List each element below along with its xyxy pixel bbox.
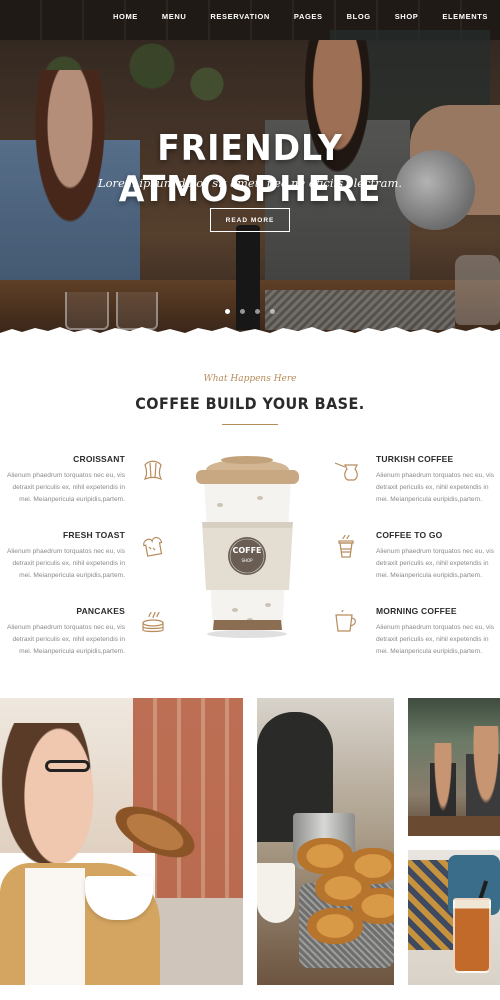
turkish-coffee-pot-icon [333,457,359,483]
feature-title: CROISSANT [73,454,125,464]
read-more-button[interactable]: READ MORE [210,208,290,232]
feature-text: Alienum phaedrum torquatos nec eu, vis d… [6,624,125,655]
nav-item-elements[interactable]: ELEMENTS [430,12,494,21]
slider-dots [0,309,500,314]
slider-dot[interactable] [225,309,230,314]
nav-item-blog[interactable]: BLOG [335,12,383,21]
feature-text: Alienum phaedrum torquatos nec eu, vis d… [376,472,495,503]
hero-subtitle: Lorem ipsum dolor sit amet, nec ne ofici… [97,176,403,190]
slider-dot[interactable] [270,309,275,314]
feature-title: FRESH TOAST [62,530,125,540]
torn-paper-edge [0,327,500,335]
title-divider [222,424,278,425]
feature-fresh-toast: FRESH TOAST Alienum phaedrum torquatos n… [0,530,125,582]
feature-croissant: CROISSANT Alienum phaedrum torquatos nec… [0,454,125,506]
feature-title: MORNING COFFEE [376,606,457,616]
nav-item-home[interactable]: HOME [101,12,150,21]
hero-title: FRIENDLY ATMOSPHERE [118,128,382,210]
pancakes-icon [140,609,166,635]
feature-morning-coffee: MORNING COFFEE Alienum phaedrum torquato… [376,606,500,658]
feature-coffee-to-go: COFFEE TO GO Alienum phaedrum torquatos … [376,530,500,582]
feature-text: Alienum phaedrum torquatos nec eu, vis d… [376,548,495,579]
coffee-cup-image: COFFE SHOP [190,450,305,640]
gallery-image-baristas[interactable] [408,698,500,836]
nav-item-pages[interactable]: PAGES [282,12,335,21]
section-title: COFFEE BUILD YOUR BASE. [135,394,365,413]
feature-title: COFFEE TO GO [376,530,443,540]
slider-dot[interactable] [240,309,245,314]
cup-label: COFFE SHOP [230,546,264,565]
gallery-image-iced-coffee[interactable] [408,850,500,985]
slider-dot[interactable] [255,309,260,314]
gallery-image-croissant-basket[interactable] [257,698,394,985]
gallery-image-woman-croissant[interactable] [0,698,243,985]
croissant-icon [140,457,166,483]
nav-item-menu[interactable]: MENU [150,12,198,21]
hero-slider: HOME MENU RESERVATION PAGES BLOG SHOP EL… [0,0,500,335]
feature-turkish-coffee: TURKISH COFFEE Alienum phaedrum torquato… [376,454,500,506]
coffee-mug-icon [333,609,359,635]
feature-pancakes: PANCAKES Alienum phaedrum torquatos nec … [0,606,125,658]
feature-text: Alienum phaedrum torquatos nec eu, vis d… [376,624,495,655]
feature-title: TURKISH COFFEE [376,454,454,464]
feature-title: PANCAKES [76,606,125,616]
cup-label-main: COFFE [232,546,262,555]
nav-item-shop[interactable]: SHOP [383,12,431,21]
cup-label-sub: SHOP [241,558,253,563]
takeaway-cup-icon [333,533,359,559]
feature-text: Alienum phaedrum torquatos nec eu, vis d… [6,548,125,579]
nav-item-reservation[interactable]: RESERVATION [198,12,282,21]
section-eyebrow: What Happens Here [203,374,297,384]
toast-icon [140,533,166,559]
feature-text: Alienum phaedrum torquatos nec eu, vis d… [6,472,125,503]
main-nav: HOME MENU RESERVATION PAGES BLOG SHOP EL… [97,0,500,32]
